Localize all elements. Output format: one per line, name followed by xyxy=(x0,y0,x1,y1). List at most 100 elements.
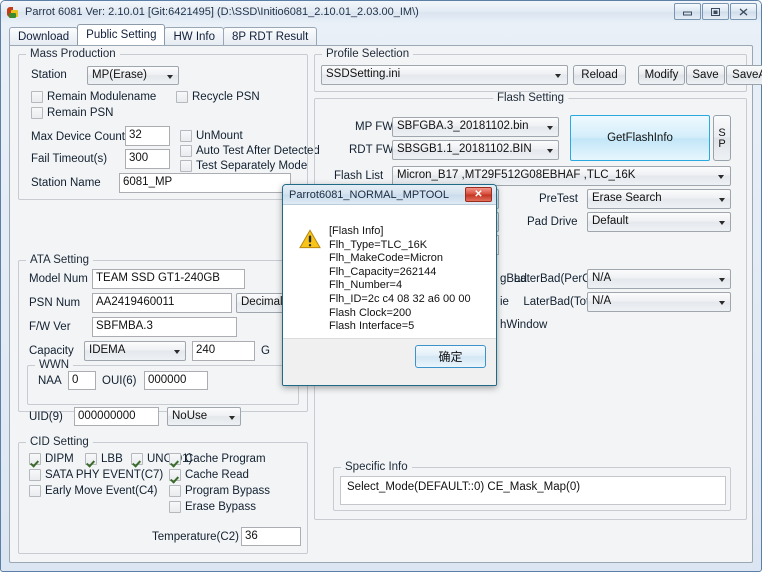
checkbox-unmount[interactable]: UnMount xyxy=(180,130,243,142)
checkbox-test-separately-mode[interactable]: Test Separately Mode xyxy=(180,160,307,172)
checkbox-lbb[interactable]: LBB xyxy=(85,453,123,465)
naa-label: NAA xyxy=(38,375,62,387)
station-label: Station xyxy=(31,69,67,81)
pad-drive-label: Pad Drive xyxy=(527,216,578,228)
profile-selection-group: Profile Selection SSDSetting.ini Reload … xyxy=(314,48,762,92)
warning-icon xyxy=(299,229,321,249)
uid-input[interactable]: 000000000 xyxy=(74,407,159,426)
specific-info-value: Select_Mode(DEFAULT::0) CE_Mask_Map(0) xyxy=(340,476,726,505)
app-icon xyxy=(6,5,20,19)
cid-setting-group: CID Setting DIPM LBB UNC(01) SATA PHY EV… xyxy=(18,436,308,554)
capacity-unit-label: G xyxy=(261,345,270,357)
specific-info-caption: Specific Info xyxy=(341,461,412,473)
save-button[interactable]: Save xyxy=(686,65,725,85)
station-name-input[interactable]: 6081_MP xyxy=(119,173,291,193)
window-title: Parrot 6081 Ver: 2.10.01 [Git:6421495] (… xyxy=(25,6,419,18)
checkbox-label: Auto Test After Detected xyxy=(196,145,320,157)
checkbox-label: UnMount xyxy=(196,130,243,142)
pad-drive-combo[interactable]: Default xyxy=(587,212,731,232)
mass-production-group: Mass Production Station MP(Erase) Remain… xyxy=(18,48,320,200)
model-num-label: Model Num xyxy=(29,273,88,285)
rdt-fw-combo[interactable]: SBSGB1.1_20181102.BIN xyxy=(392,140,559,160)
checkbox-remain-psn[interactable]: Remain PSN xyxy=(31,107,113,119)
fw-ver-input[interactable]: SBFMBA.3 xyxy=(92,317,237,337)
dialog-ok-button[interactable]: 确定 xyxy=(415,345,486,368)
dialog-close-icon[interactable]: ✕ xyxy=(465,187,492,202)
station-name-label: Station Name xyxy=(31,177,101,189)
cid-setting-caption: CID Setting xyxy=(26,436,93,448)
checkbox-label: Cache Program xyxy=(185,453,266,465)
tab-download[interactable]: Download xyxy=(9,27,79,45)
sp-label-top: S xyxy=(718,126,726,139)
temperature-input[interactable]: 36 xyxy=(241,527,301,546)
checkbox-box xyxy=(29,453,41,465)
tab-bar: Download Public Setting HW Info 8P RDT R… xyxy=(9,24,753,45)
wwn-group: WWN NAA 0 OUI(6) 000000 xyxy=(27,359,299,405)
mp-fw-label: MP FW xyxy=(355,121,394,133)
checkbox-label: Early Move Event(C4) xyxy=(45,485,158,497)
dialog-body: [Flash Info] Flh_Type=TLC_16K Flh_MakeCo… xyxy=(283,205,496,339)
specific-info-group: Specific Info Select_Mode(DEFAULT::0) CE… xyxy=(333,461,731,511)
fail-timeout-input[interactable]: 300 xyxy=(125,149,170,169)
saveas-button[interactable]: SaveAs xyxy=(726,65,762,85)
checkbox-sata-phy-event-c7[interactable]: SATA PHY EVENT(C7) xyxy=(29,469,163,481)
checkbox-program-bypass[interactable]: Program Bypass xyxy=(169,485,270,497)
later-bad-perce-combo[interactable]: N/A xyxy=(587,269,731,289)
psn-num-input[interactable]: AA2419460011 xyxy=(92,293,232,313)
checkbox-label: Recycle PSN xyxy=(192,91,260,103)
sp-button[interactable]: S P xyxy=(713,115,731,161)
wwn-caption: WWN xyxy=(35,359,74,371)
checkbox-label: LBB xyxy=(101,453,123,465)
dialog-title-bar: Parrot6081_NORMAL_MPTOOL ✕ xyxy=(283,185,496,205)
flash-list-combo[interactable]: Micron_B17 ,MT29F512G08EBHAF ,TLC_16K xyxy=(392,166,731,186)
oui-label: OUI(6) xyxy=(102,375,137,387)
checkbox-box xyxy=(31,91,43,103)
naa-input[interactable]: 0 xyxy=(68,371,96,390)
tab-hw-info[interactable]: HW Info xyxy=(164,27,225,45)
mp-fw-combo[interactable]: SBFGBA.3_20181102.bin xyxy=(392,117,559,137)
get-flash-info-button[interactable]: GetFlashInfo xyxy=(570,115,710,161)
checkbox-dipm[interactable]: DIPM xyxy=(29,453,74,465)
checkbox-recycle-psn[interactable]: Recycle PSN xyxy=(176,91,260,103)
fw-ver-label: F/W Ver xyxy=(29,321,71,333)
checkbox-early-move-event-c4[interactable]: Early Move Event(C4) xyxy=(29,485,157,497)
dialog-title: Parrot6081_NORMAL_MPTOOL xyxy=(289,188,449,201)
psn-num-label: PSN Num xyxy=(29,297,81,309)
model-num-input[interactable]: TEAM SSD GT1-240GB xyxy=(92,269,245,289)
ata-setting-group: ATA Setting Model Num TEAM SSD GT1-240GB… xyxy=(18,254,308,426)
checkbox-label: Program Bypass xyxy=(185,485,271,497)
checkbox-erase-bypass[interactable]: Erase Bypass xyxy=(169,501,256,513)
modify-button[interactable]: Modify xyxy=(638,65,685,85)
checkbox-label: Cache Read xyxy=(185,469,249,481)
checkbox-box xyxy=(29,469,41,481)
oui-input[interactable]: 000000 xyxy=(144,371,208,390)
checkbox-box xyxy=(169,453,181,465)
station-combo[interactable]: MP(Erase) xyxy=(87,66,179,85)
uid-mode-combo[interactable]: NoUse xyxy=(167,407,241,426)
maximize-button[interactable] xyxy=(702,3,729,20)
occluded-check-label-3: hWindow xyxy=(500,319,548,331)
checkbox-remain-modulename[interactable]: Remain Modulename xyxy=(31,91,156,103)
tab-public-setting[interactable]: Public Setting xyxy=(77,24,166,45)
flash-setting-caption: Flash Setting xyxy=(492,92,569,104)
checkbox-auto-test-after-detected[interactable]: Auto Test After Detected xyxy=(180,145,320,157)
pretest-combo[interactable]: Erase Search xyxy=(587,189,731,209)
capacity-value-input[interactable]: 240 xyxy=(192,341,255,361)
profile-combo[interactable]: SSDSetting.ini xyxy=(321,65,568,85)
checkbox-label: Remain Modulename xyxy=(47,91,157,103)
checkbox-box xyxy=(180,145,192,157)
checkbox-cache-read[interactable]: Cache Read xyxy=(169,469,249,481)
tab-8p-rdt-result[interactable]: 8P RDT Result xyxy=(223,27,318,45)
max-device-count-input[interactable]: 32 xyxy=(125,126,170,146)
later-bad-total-combo[interactable]: N/A xyxy=(587,292,731,312)
capacity-label: Capacity xyxy=(29,345,74,357)
flash-list-label: Flash List xyxy=(334,170,384,182)
checkbox-box xyxy=(180,160,192,172)
checkbox-box xyxy=(176,91,188,103)
checkbox-cache-program[interactable]: Cache Program xyxy=(169,453,266,465)
close-button[interactable] xyxy=(730,3,757,20)
minimize-button[interactable] xyxy=(674,3,701,20)
checkbox-label: DIPM xyxy=(45,453,74,465)
capacity-mode-combo[interactable]: IDEMA xyxy=(84,341,186,361)
reload-button[interactable]: Reload xyxy=(573,65,626,85)
